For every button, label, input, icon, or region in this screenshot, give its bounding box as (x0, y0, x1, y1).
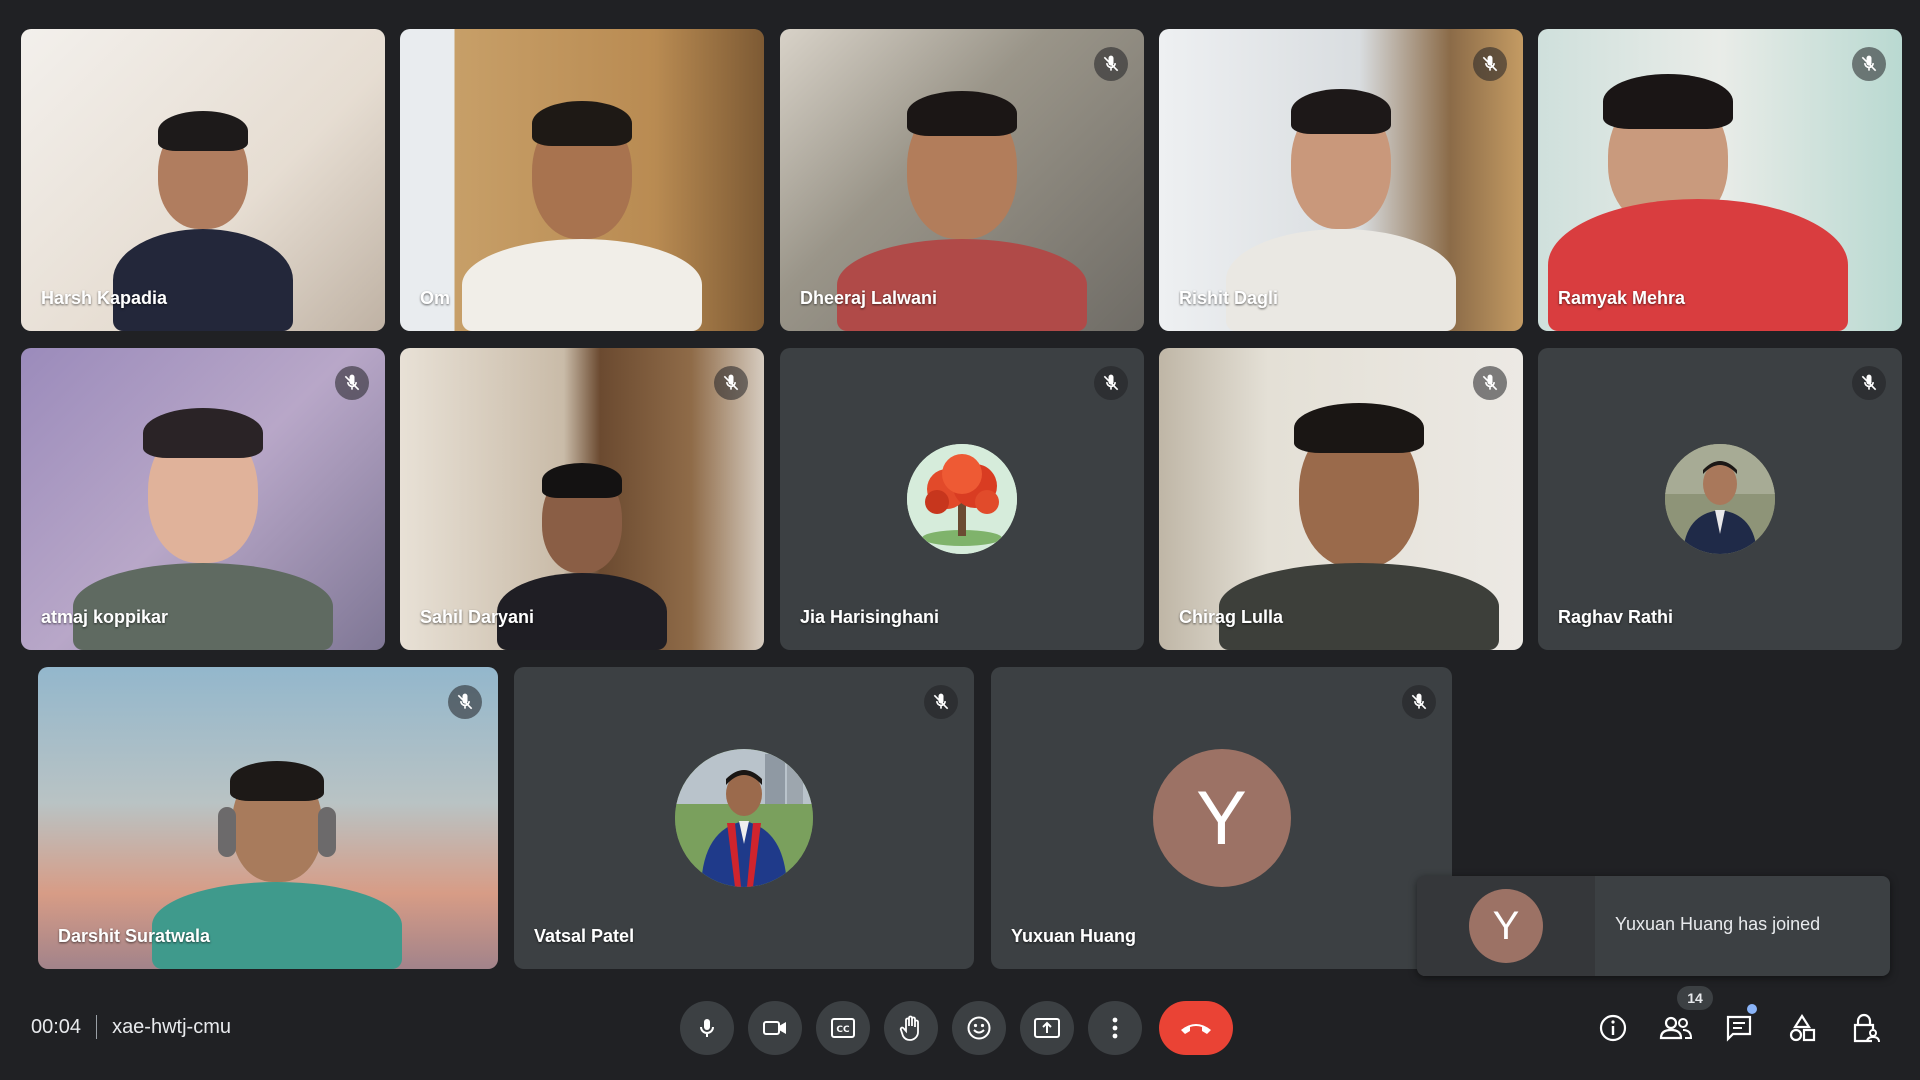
host-controls-button[interactable] (1842, 1005, 1888, 1051)
avatar (675, 749, 813, 887)
video-feed (400, 348, 764, 650)
avatar: Y (1152, 749, 1291, 887)
present-button[interactable] (1020, 1001, 1074, 1055)
meeting-code: xae-hwtj-cmu (112, 1015, 231, 1038)
participant-tile[interactable]: Ramyak Mehra (1538, 29, 1902, 331)
participant-tile[interactable]: Rishit Dagli (1159, 29, 1523, 331)
participant-name: Chirag Lulla (1179, 607, 1284, 627)
captions-icon: CC (831, 1018, 855, 1038)
people-button[interactable] (1653, 1005, 1699, 1051)
video-feed (21, 348, 385, 650)
muted-mic-icon (1852, 47, 1886, 81)
participant-name: Vatsal Patel (534, 926, 635, 946)
participant-name: Dheeraj Lalwani (800, 288, 938, 308)
microphone-button[interactable] (680, 1001, 734, 1055)
muted-mic-icon (1852, 366, 1886, 400)
notification-message: Yuxuan Huang has joined (1615, 914, 1821, 934)
muted-mic-icon (1473, 366, 1507, 400)
avatar: Y (1469, 889, 1543, 963)
participant-tile[interactable]: Jia Harisinghani (780, 348, 1144, 650)
more-vert-icon (1112, 1017, 1118, 1039)
camera-icon (763, 1021, 786, 1035)
participant-tile[interactable]: Chirag Lulla (1159, 348, 1523, 650)
muted-mic-icon (1094, 47, 1128, 81)
muted-mic-icon (714, 366, 748, 400)
emoji-icon (967, 1016, 991, 1040)
divider (96, 1015, 98, 1039)
raise-hand-button[interactable] (884, 1001, 938, 1055)
participant-tile[interactable]: Harsh Kapadia (21, 29, 385, 331)
participant-tile[interactable]: Sahil Daryani (400, 348, 764, 650)
present-screen-icon (1034, 1018, 1060, 1038)
lock-person-icon (1853, 1013, 1880, 1043)
muted-mic-icon (1402, 685, 1436, 719)
hand-icon (899, 1015, 919, 1041)
toast-avatar-area: Y (1417, 876, 1595, 976)
participant-name: Sahil Daryani (420, 607, 535, 627)
avatar (907, 444, 1017, 554)
more-options-button[interactable] (1088, 1001, 1142, 1055)
participant-name: Rishit Dagli (1179, 288, 1279, 308)
video-feed (21, 29, 385, 331)
participant-name: Darshit Suratwala (58, 926, 211, 946)
captions-button[interactable]: CC (816, 1001, 870, 1055)
muted-mic-icon (924, 685, 958, 719)
video-feed (400, 29, 764, 331)
muted-mic-icon (1473, 47, 1507, 81)
participant-tile[interactable]: Darshit Suratwala (38, 667, 498, 969)
participant-name: Yuxuan Huang (1011, 926, 1137, 946)
notification-dot (1747, 1004, 1757, 1014)
participant-name: Harsh Kapadia (41, 288, 168, 308)
video-feed (38, 667, 498, 969)
video-feed (1159, 348, 1523, 650)
muted-mic-icon (448, 685, 482, 719)
muted-mic-icon (1094, 366, 1128, 400)
activities-button[interactable] (1779, 1005, 1825, 1051)
meeting-details: 00:04 xae-hwtj-cmu (31, 1015, 231, 1039)
participant-name: Jia Harisinghani (800, 607, 940, 627)
leave-call-button[interactable] (1159, 1001, 1233, 1055)
activities-icon (1789, 1013, 1816, 1042)
participant-tile[interactable]: Om (400, 29, 764, 331)
participant-tile[interactable]: Vatsal Patel (514, 667, 974, 969)
video-feed (1538, 29, 1902, 331)
video-feed (780, 29, 1144, 331)
meeting-time: 00:04 (31, 1015, 82, 1038)
video-feed (1159, 29, 1523, 331)
participant-name: Raghav Rathi (1558, 607, 1674, 627)
participant-name: Om (420, 288, 451, 308)
chat-icon (1726, 1015, 1752, 1042)
meeting-info-button[interactable] (1590, 1005, 1636, 1051)
participant-tile[interactable]: Dheeraj Lalwani (780, 29, 1144, 331)
microphone-icon (700, 1019, 714, 1037)
end-call-icon (1181, 1024, 1211, 1034)
info-icon (1599, 1014, 1627, 1042)
svg-text:CC: CC (836, 1025, 850, 1035)
avatar (1665, 444, 1775, 554)
participant-tile[interactable]: atmaj koppikar (21, 348, 385, 650)
participant-name: Ramyak Mehra (1558, 288, 1686, 308)
camera-button[interactable] (748, 1001, 802, 1055)
participant-tile[interactable]: Y Yuxuan Huang (991, 667, 1452, 969)
join-notification: Y Yuxuan Huang has joined (1417, 876, 1890, 976)
people-icon (1659, 1016, 1693, 1040)
reactions-button[interactable] (952, 1001, 1006, 1055)
participant-name: atmaj koppikar (41, 607, 169, 627)
participant-tile[interactable]: Raghav Rathi (1538, 348, 1902, 650)
muted-mic-icon (335, 366, 369, 400)
